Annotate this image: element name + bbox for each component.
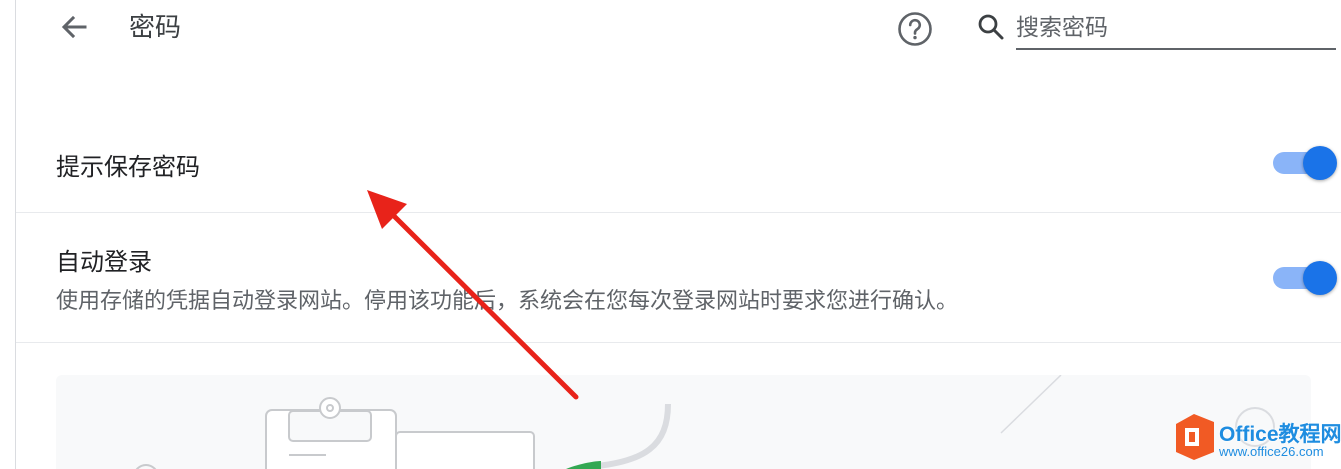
setting-row-auto-sign-in: 自动登录 使用存储的凭据自动登录网站。停用该功能后，系统会在您每次登录网站时要求… xyxy=(16,213,1341,343)
toggle-knob xyxy=(1303,261,1337,295)
auto-sign-in-toggle[interactable] xyxy=(1273,261,1337,295)
offer-to-save-toggle[interactable] xyxy=(1273,146,1337,180)
arrow-back-icon xyxy=(61,15,87,39)
decorative-green-shape xyxy=(566,461,601,469)
toggle-knob xyxy=(1303,146,1337,180)
page-header: 密码 xyxy=(16,0,1341,60)
clipboard-illustration xyxy=(265,397,535,469)
setting-description: 使用存储的凭据自动登录网站。停用该功能后，系统会在您每次登录网站时要求您进行确认… xyxy=(56,289,959,314)
back-button[interactable] xyxy=(54,8,94,48)
empty-state-illustration xyxy=(56,375,1311,469)
office-logo-icon xyxy=(1176,414,1214,460)
setting-title: 提示保存密码 xyxy=(56,153,200,181)
setting-row-offer-to-save: 提示保存密码 xyxy=(16,112,1341,213)
help-circle-icon xyxy=(898,12,932,46)
page-title: 密码 xyxy=(129,13,182,43)
setting-title: 自动登录 xyxy=(56,248,152,276)
help-button[interactable] xyxy=(896,10,934,48)
watermark-url: www.office26.com xyxy=(1219,444,1324,459)
decorative-curve xyxy=(585,403,671,469)
decorative-line xyxy=(1000,375,1062,434)
search-input[interactable] xyxy=(1016,8,1336,50)
search-icon xyxy=(976,12,1006,42)
watermark-logo: Office教程网 www.office26.com xyxy=(1172,410,1341,466)
